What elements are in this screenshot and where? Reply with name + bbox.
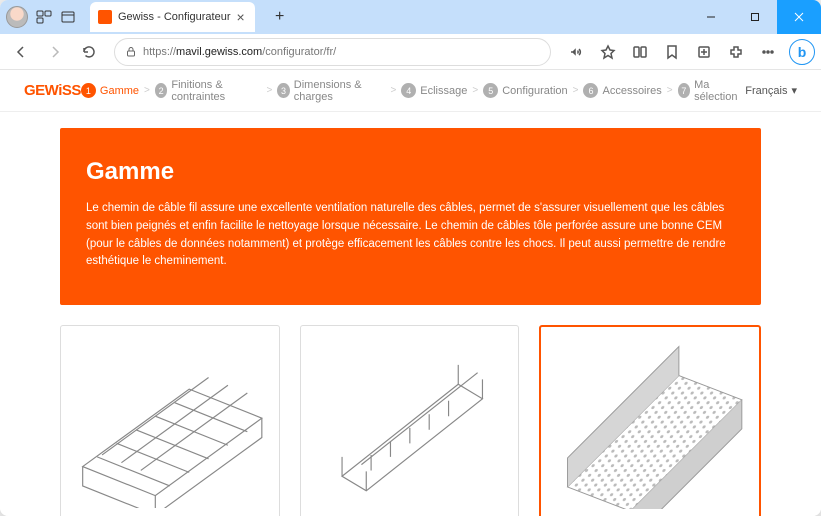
- workspaces-icon[interactable]: [36, 9, 52, 25]
- url-text: https://mavil.gewiss.com/configurator/fr…: [143, 46, 540, 58]
- step-2[interactable]: 2 Finitions & contraintes: [155, 79, 262, 103]
- step-3[interactable]: 3 Dimensions & charges: [277, 79, 385, 103]
- stepper: 1 Gamme >2 Finitions & contraintes >3 Dimensi…: [81, 79, 745, 103]
- product-image: [553, 339, 747, 509]
- star-icon[interactable]: [593, 37, 623, 67]
- step-number: 6: [583, 83, 598, 98]
- brand-logo[interactable]: GEWiSS: [24, 82, 81, 99]
- step-number: 5: [483, 83, 498, 98]
- step-label: Finitions & contraintes: [171, 79, 261, 103]
- step-label: Ma sélection: [694, 79, 745, 103]
- page-viewport[interactable]: GEWiSS 1 Gamme >2 Finitions & contraintes >3…: [0, 70, 821, 516]
- product-card[interactable]: Série Fil BFR: [60, 325, 280, 516]
- step-number: 7: [678, 83, 690, 98]
- step-label: Gamme: [100, 85, 139, 97]
- tab-favicon: [98, 10, 112, 24]
- step-separator: >: [472, 85, 478, 96]
- page-header: GEWiSS 1 Gamme >2 Finitions & contraintes >3…: [0, 70, 821, 112]
- step-label: Eclissage: [420, 85, 467, 97]
- read-aloud-icon[interactable]: [561, 37, 591, 67]
- profile-avatar[interactable]: [6, 6, 28, 28]
- product-card[interactable]: Série Tôle perforée BRX: [539, 325, 761, 516]
- step-number: 1: [81, 83, 96, 98]
- url-path: /configurator/fr/: [262, 46, 336, 58]
- tab-close-icon[interactable]: ×: [237, 10, 245, 24]
- new-tab-button[interactable]: +: [267, 4, 293, 30]
- product-image: [73, 338, 267, 508]
- language-label: Français: [745, 85, 787, 97]
- split-screen-icon[interactable]: [625, 37, 655, 67]
- tab-actions-icon[interactable]: [60, 9, 76, 25]
- chevron-down-icon: ▾: [791, 84, 797, 97]
- close-window-button[interactable]: [777, 0, 821, 34]
- browser-window: Gewiss - Configurateur × + https://mavil…: [0, 0, 821, 516]
- step-5[interactable]: 5 Configuration: [483, 83, 567, 98]
- titlebar-left: Gewiss - Configurateur × +: [0, 0, 299, 34]
- tab-title: Gewiss - Configurateur: [118, 11, 231, 23]
- step-7[interactable]: 7 Ma sélection: [678, 79, 746, 103]
- address-bar[interactable]: https://mavil.gewiss.com/configurator/fr…: [114, 38, 551, 66]
- lock-icon: [125, 46, 137, 58]
- step-separator: >: [573, 85, 579, 96]
- menu-icon[interactable]: [753, 37, 783, 67]
- step-number: 4: [401, 83, 416, 98]
- url-host: mavil.gewiss.com: [176, 46, 262, 58]
- step-number: 2: [155, 83, 167, 98]
- product-card[interactable]: Série Fil en G BFRG: [300, 325, 520, 516]
- back-button[interactable]: [6, 37, 36, 67]
- step-label: Dimensions & charges: [294, 79, 386, 103]
- step-1[interactable]: 1 Gamme: [81, 83, 139, 98]
- url-scheme: https://: [143, 46, 176, 58]
- step-label: Configuration: [502, 85, 567, 97]
- extensions-icon[interactable]: [721, 37, 751, 67]
- language-selector[interactable]: Français ▾: [745, 84, 797, 97]
- step-4[interactable]: 4 Eclissage: [401, 83, 467, 98]
- step-separator: >: [390, 85, 396, 96]
- step-number: 3: [277, 83, 289, 98]
- window-controls: [689, 0, 821, 34]
- browser-toolbar: https://mavil.gewiss.com/configurator/fr…: [0, 34, 821, 70]
- hero-panel: Gamme Le chemin de câble fil assure une …: [60, 128, 761, 305]
- collections-icon[interactable]: [689, 37, 719, 67]
- main-content: Gamme Le chemin de câble fil assure une …: [0, 112, 821, 516]
- forward-button[interactable]: [40, 37, 70, 67]
- hero-title: Gamme: [86, 158, 735, 186]
- step-separator: >: [266, 85, 272, 96]
- product-image: [313, 338, 507, 508]
- toolbar-right: b: [561, 37, 815, 67]
- browser-tab[interactable]: Gewiss - Configurateur ×: [90, 2, 255, 32]
- maximize-button[interactable]: [733, 0, 777, 34]
- step-separator: >: [144, 85, 150, 96]
- product-cards: Série Fil BFRSérie Fil en G BFRGSérie Tô…: [60, 325, 761, 516]
- titlebar: Gewiss - Configurateur × +: [0, 0, 821, 34]
- step-label: Accessoires: [602, 85, 661, 97]
- hero-body: Le chemin de câble fil assure une excell…: [86, 200, 735, 271]
- favorites-icon[interactable]: [657, 37, 687, 67]
- copilot-icon[interactable]: b: [789, 39, 815, 65]
- refresh-button[interactable]: [74, 37, 104, 67]
- minimize-button[interactable]: [689, 0, 733, 34]
- step-separator: >: [667, 85, 673, 96]
- step-6[interactable]: 6 Accessoires: [583, 83, 661, 98]
